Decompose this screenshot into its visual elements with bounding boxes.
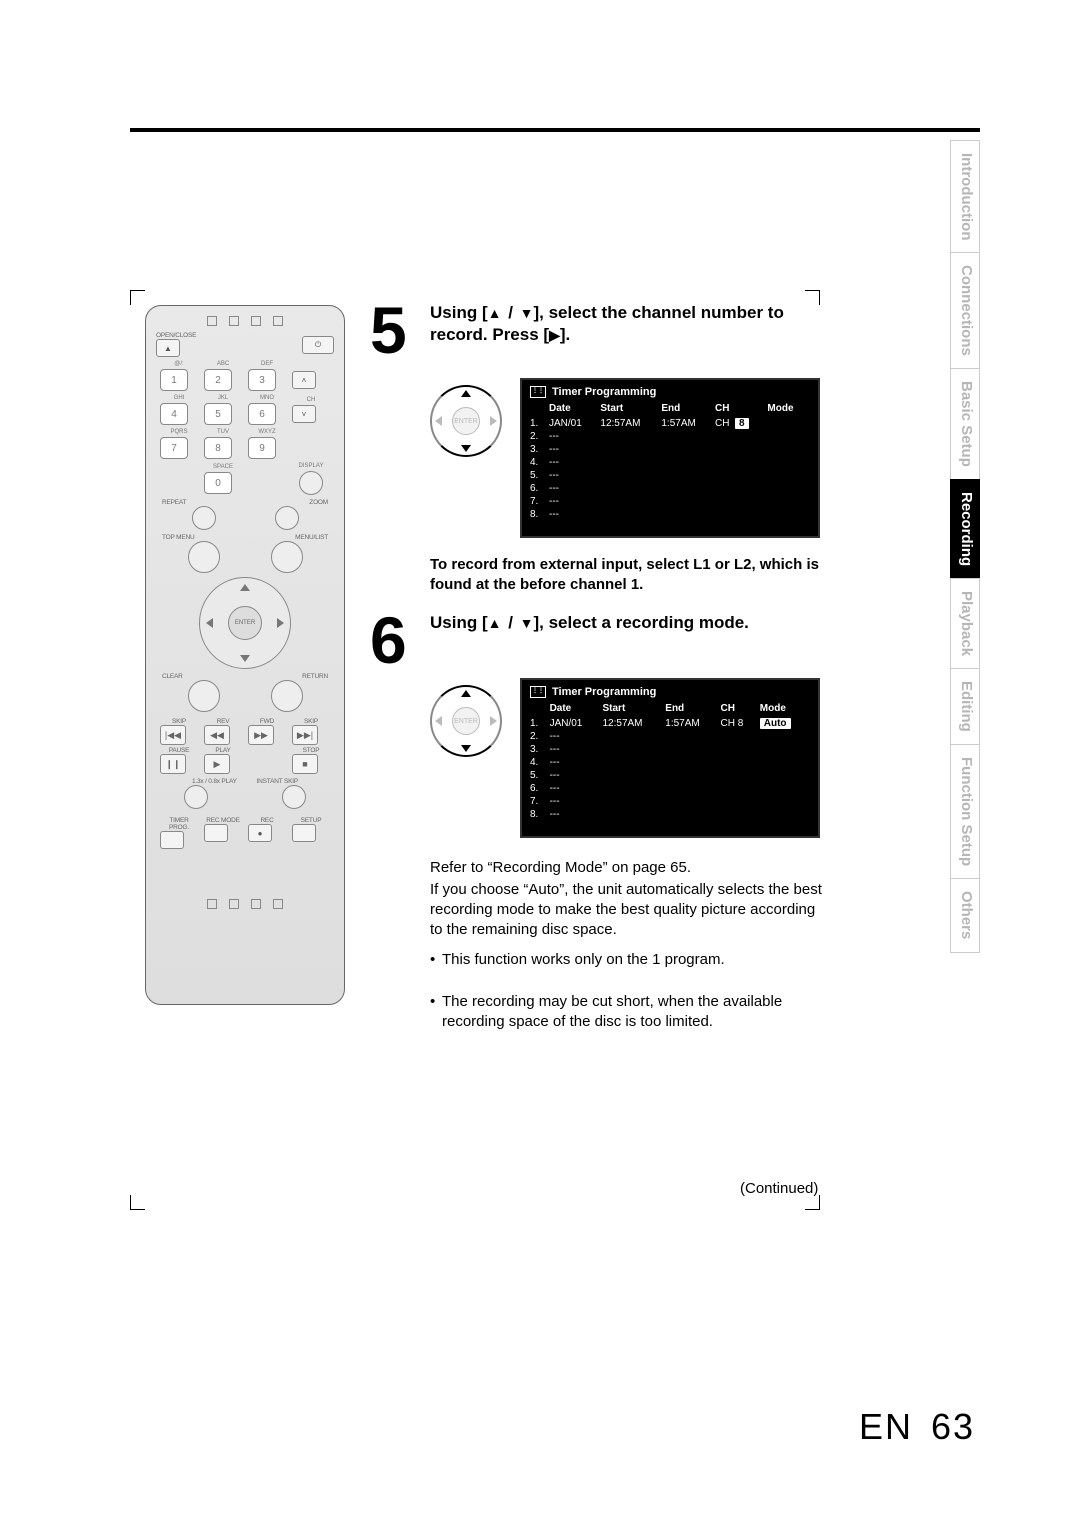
clear-button[interactable] (188, 680, 220, 712)
eject-button[interactable]: ▲ (156, 339, 180, 357)
label-clear: CLEAR (162, 673, 183, 680)
pause-button[interactable]: ❙❙ (160, 754, 186, 774)
highlighted-channel: 8 (735, 418, 749, 429)
top-menu-button[interactable] (188, 541, 220, 573)
page-number: EN63 (859, 1406, 975, 1448)
dpad-enter-label: ENTER (452, 707, 480, 735)
osd-title: Timer Programming (552, 686, 656, 698)
label-zoom: ZOOM (309, 499, 328, 506)
step-5-dpad: ENTER (420, 385, 502, 457)
step-6-bullet2: The recording may be cut short, when the… (430, 992, 842, 1032)
table-row: 1. JAN/01 12:57AM 1:57AM CH 8 Auto (530, 717, 810, 730)
tab-others: Others (950, 878, 980, 952)
key-6[interactable]: 6 (248, 403, 276, 425)
zoom-button[interactable] (275, 506, 299, 530)
rec-mode-button[interactable] (204, 824, 228, 842)
step-6-dpad: ENTER (420, 685, 502, 757)
rev-button[interactable]: ◀◀ (204, 725, 230, 745)
osd-table: Date Start End CH Mode 1. JAN/01 12:57AM… (530, 702, 810, 821)
osd-title: Timer Programming (552, 386, 656, 398)
power-button[interactable]: ⏻ (302, 336, 334, 354)
skip-fwd-button[interactable]: ▶▶| (292, 725, 318, 745)
continued-label: (Continued) (740, 1180, 818, 1197)
key-5[interactable]: 5 (204, 403, 232, 425)
key-1[interactable]: 1 (160, 369, 188, 391)
key-2[interactable]: 2 (204, 369, 232, 391)
nav-ring[interactable]: ENTER (199, 577, 291, 669)
down-arrow-icon (518, 303, 534, 322)
osd-table: Date Start End CH Mode 1. JAN/01 12:57AM… (530, 402, 810, 521)
right-arrow-icon (549, 325, 560, 344)
step-5-osd: ⋮⋮ Timer Programming Date Start End CH Mo… (520, 378, 820, 538)
instant-skip-button[interactable] (282, 785, 306, 809)
ch-up-button[interactable]: ˄ (292, 371, 316, 389)
dpad-enter-label: ENTER (452, 407, 480, 435)
tab-editing: Editing (950, 668, 980, 744)
step-6: 6 Using [ / ], select a recording mode. (370, 610, 830, 670)
skip-back-button[interactable]: |◀◀ (160, 725, 186, 745)
step-6-para1: Refer to “Recording Mode” on page 65. (430, 858, 830, 878)
up-arrow-icon (488, 613, 504, 632)
key-4[interactable]: 4 (160, 403, 188, 425)
speed-play-button[interactable] (184, 785, 208, 809)
enter-button[interactable]: ENTER (228, 606, 262, 640)
step-6-osd: ⋮⋮ Timer Programming Date Start End CH Mo… (520, 678, 820, 838)
key-8[interactable]: 8 (204, 437, 232, 459)
label-top-menu: TOP MENU (162, 534, 194, 541)
tab-basic-setup: Basic Setup (950, 368, 980, 479)
osd-icon: ⋮⋮ (530, 686, 546, 698)
tab-connections: Connections (950, 252, 980, 368)
label-open-close: OPEN/CLOSE (156, 332, 196, 339)
key-3[interactable]: 3 (248, 369, 276, 391)
highlighted-mode: Auto (760, 718, 791, 729)
tab-function-setup: Function Setup (950, 744, 980, 878)
step-5-note: To record from external input, select L1… (430, 555, 830, 595)
tab-recording: Recording (950, 479, 980, 578)
setup-button[interactable] (292, 824, 316, 842)
label-menu-list: MENU/LIST (295, 534, 328, 541)
osd-icon: ⋮⋮ (530, 386, 546, 398)
key-0[interactable]: 0 (204, 472, 232, 494)
step-6-bullet1: This function works only on the 1 progra… (430, 950, 842, 970)
tab-introduction: Introduction (950, 140, 980, 252)
menu-list-button[interactable] (271, 541, 303, 573)
remote-control: OPEN/CLOSE ▲ ⏻ @/:1 ABC2 DEF3 ˄ GHI4 JKL… (145, 305, 345, 1005)
key-9[interactable]: 9 (248, 437, 276, 459)
down-arrow-icon (518, 613, 534, 632)
step-6-para2: If you choose “Auto”, the unit automatic… (430, 880, 830, 940)
repeat-button[interactable] (192, 506, 216, 530)
side-tabs: Introduction Connections Basic Setup Rec… (950, 140, 980, 953)
step-5-title: Using [ / ], select the channel number t… (430, 300, 830, 360)
display-button[interactable] (299, 471, 323, 495)
table-row: 1. JAN/01 12:57AM 1:57AM CH 8 (530, 417, 810, 430)
tab-playback: Playback (950, 578, 980, 668)
top-rule (130, 128, 980, 132)
manual-page: Introduction Connections Basic Setup Rec… (0, 0, 1080, 1528)
timer-prog-button[interactable] (160, 831, 184, 849)
stop-button[interactable]: ■ (292, 754, 318, 774)
up-arrow-icon (488, 303, 504, 322)
key-7[interactable]: 7 (160, 437, 188, 459)
rec-button[interactable]: ● (248, 824, 272, 842)
play-button[interactable]: ▶ (204, 754, 230, 774)
fwd-button[interactable]: ▶▶ (248, 725, 274, 745)
step-6-title: Using [ / ], select a recording mode. (430, 610, 749, 670)
label-repeat: REPEAT (162, 499, 186, 506)
step-5: 5 Using [ / ], select the channel number… (370, 300, 830, 360)
label-return: RETURN (302, 673, 328, 680)
step-5-number: 5 (370, 300, 414, 360)
step-6-number: 6 (370, 610, 414, 670)
return-button[interactable] (271, 680, 303, 712)
ch-down-button[interactable]: ˅ (292, 405, 316, 423)
